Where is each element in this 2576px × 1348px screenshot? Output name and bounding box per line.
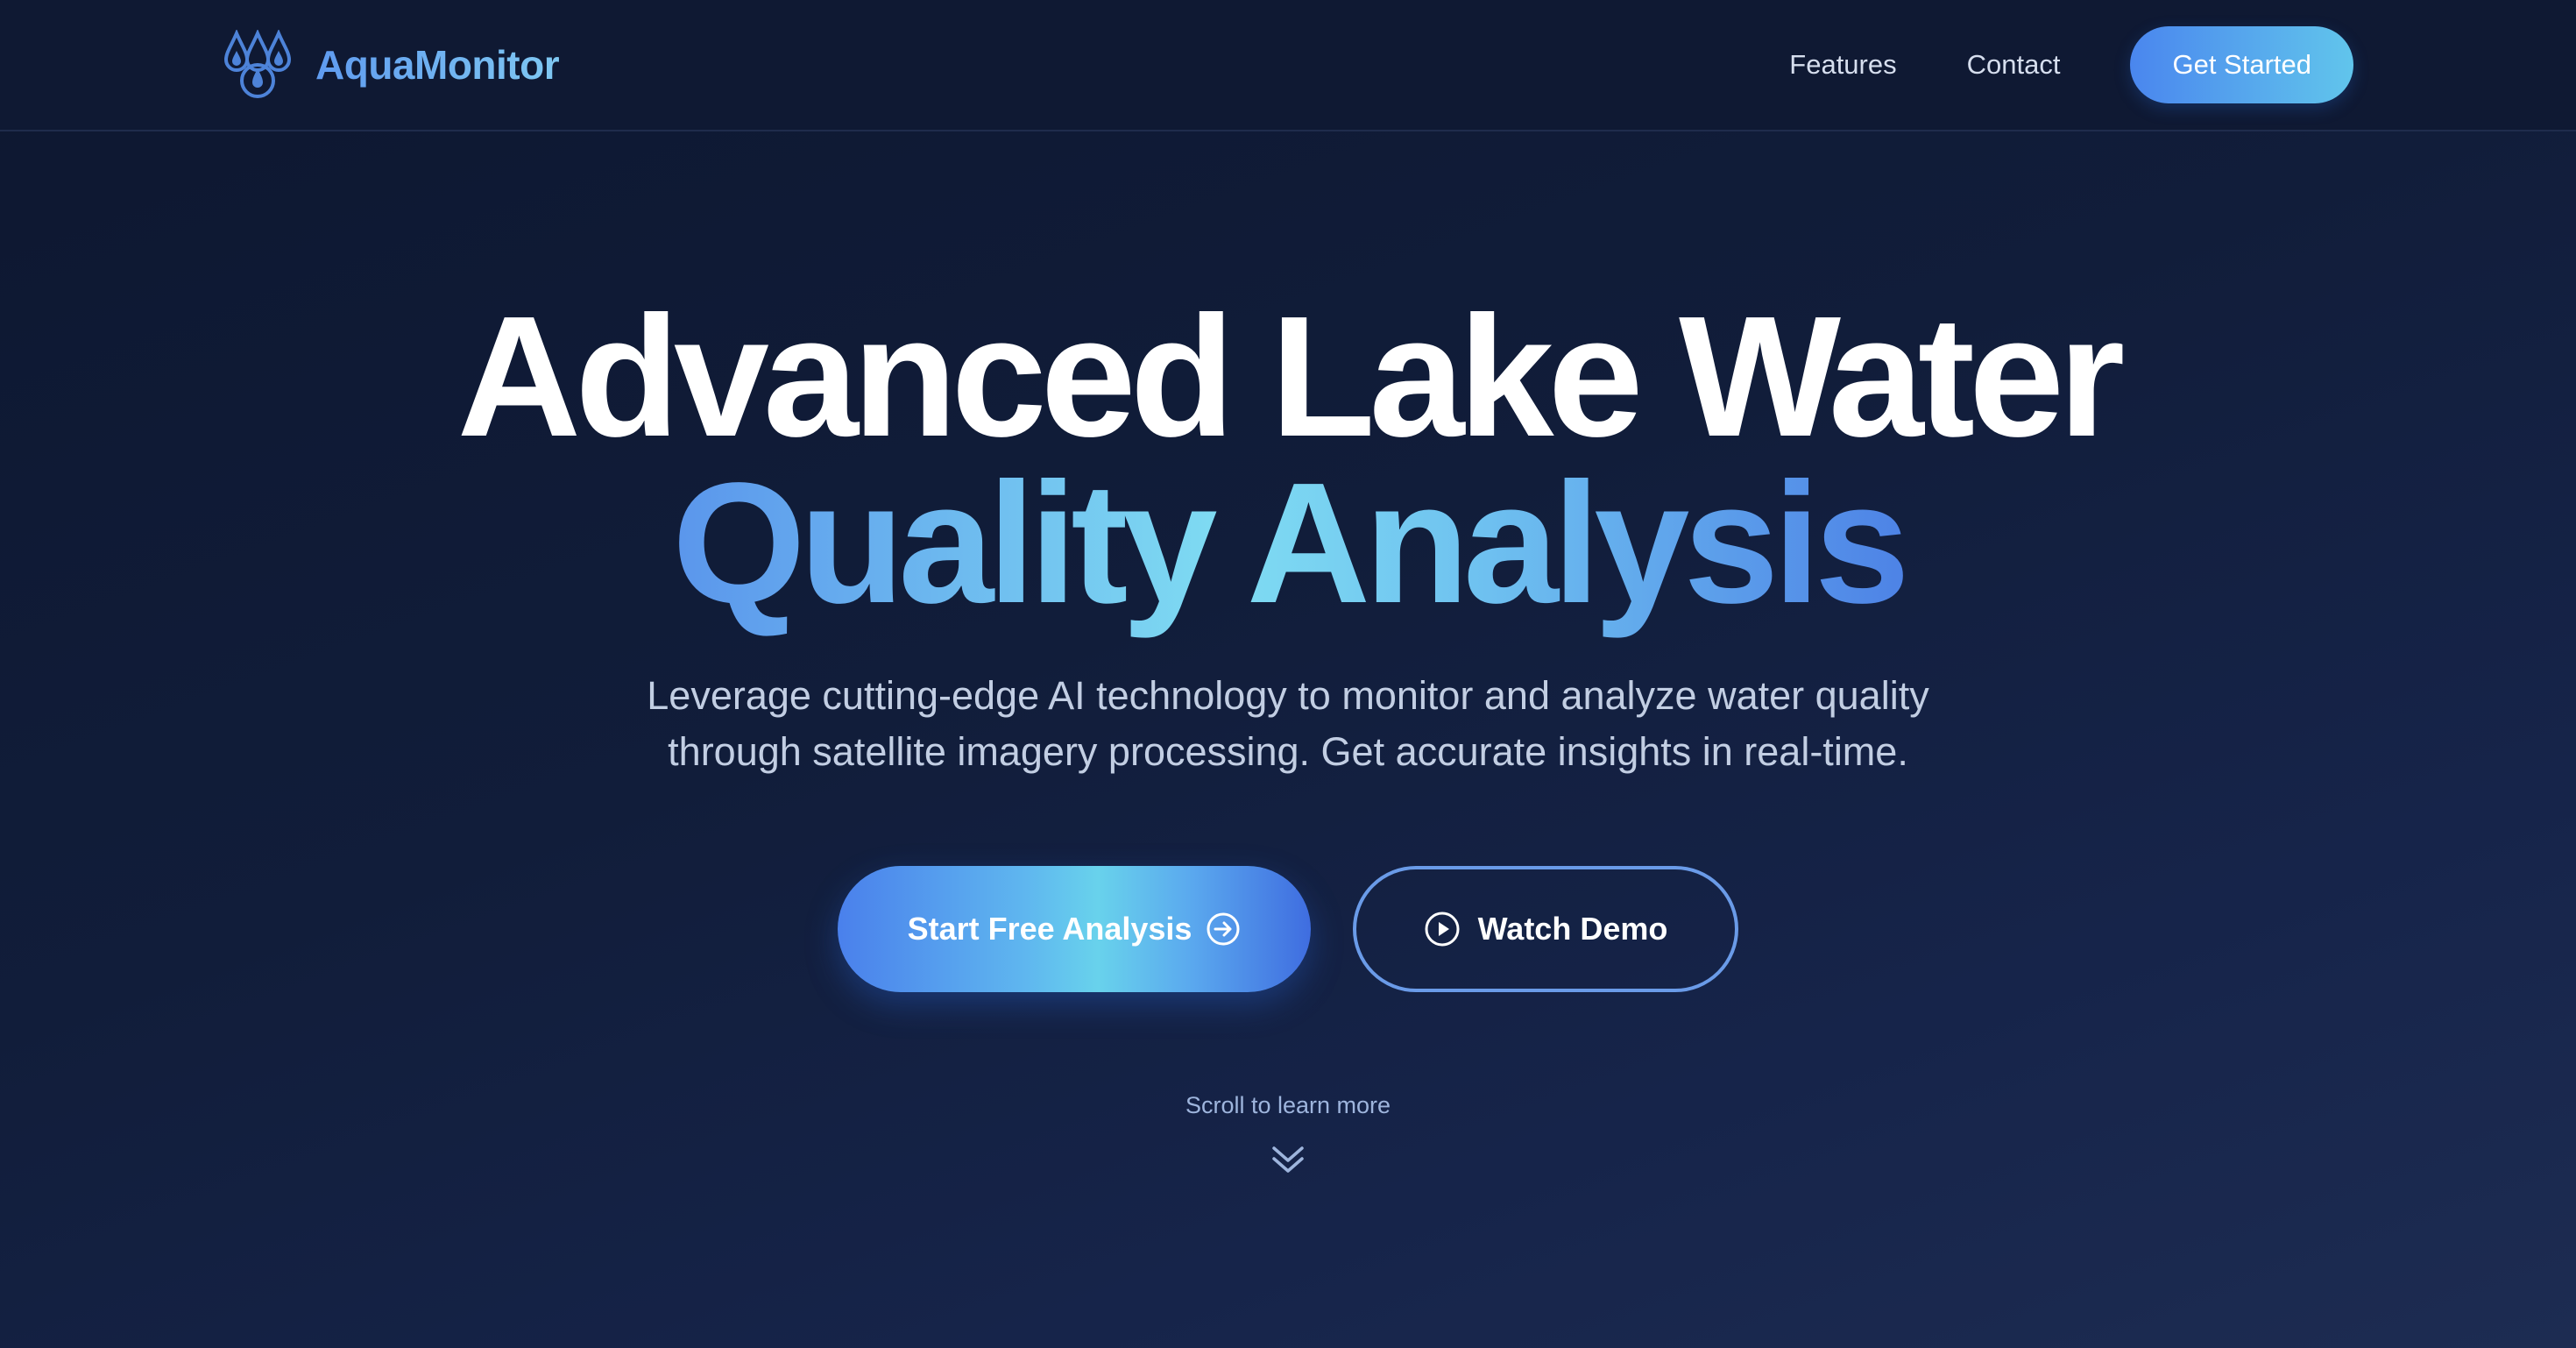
scroll-hint-text: Scroll to learn more [1185, 1092, 1391, 1118]
double-chevron-down-icon[interactable] [1267, 1139, 1309, 1181]
play-circle-icon [1424, 911, 1461, 947]
arrow-right-circle-icon [1206, 912, 1241, 947]
start-free-analysis-button[interactable]: Start Free Analysis [838, 866, 1311, 992]
brand-name: AquaMonitor [315, 42, 560, 88]
get-started-button[interactable]: Get Started [2130, 26, 2353, 103]
water-drops-icon [223, 28, 293, 100]
hero-subtitle-line1: Leverage cutting-edge AI technology to m… [647, 673, 1929, 718]
hero-title-line2: Quality Analysis [0, 458, 2576, 629]
watch-demo-button[interactable]: Watch Demo [1353, 866, 1738, 992]
top-navbar: AquaMonitor Features Contact Get Started [0, 0, 2576, 131]
watch-demo-label: Watch Demo [1477, 911, 1668, 947]
hero-subtitle-line2: through satellite imagery processing. Ge… [668, 729, 1908, 774]
hero-subtitle: Leverage cutting-edge AI technology to m… [0, 668, 2576, 780]
nav-links: Features Contact Get Started [1789, 26, 2353, 103]
nav-link-contact[interactable]: Contact [1967, 49, 2061, 81]
brand-logo[interactable]: AquaMonitor [223, 28, 560, 100]
hero-button-row: Start Free Analysis Watch Demo [0, 866, 2576, 992]
start-free-analysis-label: Start Free Analysis [907, 911, 1192, 947]
hero-title-line1: Advanced Lake Water [456, 280, 2126, 472]
hero-title-gradient-text: Quality Analysis [667, 447, 1910, 656]
nav-link-features[interactable]: Features [1789, 49, 1896, 81]
